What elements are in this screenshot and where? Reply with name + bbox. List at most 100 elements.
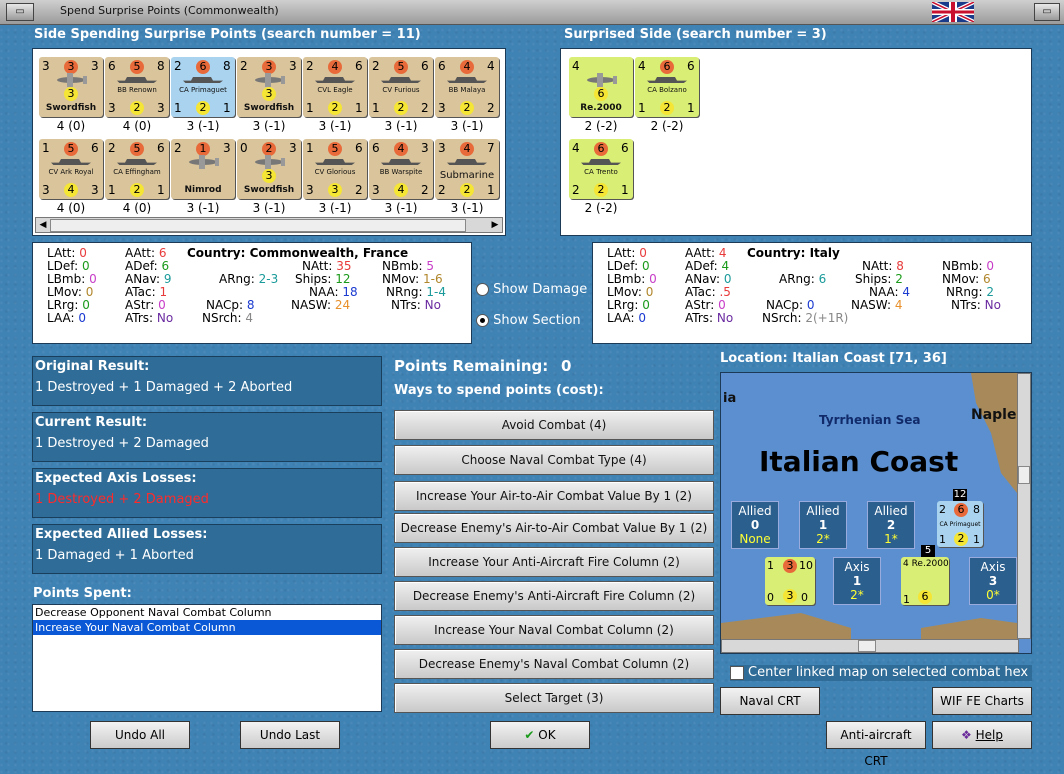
spend-option-button[interactable]: Decrease Enemy's Air-to-Air Combat Value…: [394, 513, 714, 543]
stat-naa: NAA: 18: [309, 285, 358, 299]
unit-counter[interactable]: 2 1 3 Nimrod: [171, 139, 235, 199]
maximize-button[interactable]: ▭: [1034, 3, 1060, 21]
map-vscroll-thumb[interactable]: [1018, 466, 1030, 484]
stat-nrng: NRng: 2: [946, 285, 995, 299]
scroll-left-arrow-icon[interactable]: ◀: [36, 218, 50, 232]
unit-counter[interactable]: 2 3 3 Swordfish 3: [237, 57, 301, 117]
spend-option-button[interactable]: Increase Your Naval Combat Column (2): [394, 615, 714, 645]
unit-stat-top-r: 8: [223, 59, 231, 73]
unit-stat-top-l: 1: [306, 141, 314, 155]
unit-strength-label: 3 (-1): [384, 119, 418, 133]
unit-stat-b-c: 3: [262, 169, 276, 183]
spent-item-selected[interactable]: Increase Your Naval Combat Column: [33, 620, 381, 635]
scroll-right-arrow-icon[interactable]: ▶: [488, 218, 502, 232]
show-damage-option[interactable]: Show Damage: [476, 282, 587, 297]
unit-stat-b-c: 3: [262, 87, 276, 101]
unit-stat-top-c: 1: [196, 142, 210, 156]
warship-icon: [117, 77, 157, 83]
unit-counter[interactable]: 4 6 6 CA Trento 2 2 1: [569, 139, 633, 199]
unit-counter[interactable]: 3 4 7 Submarine 2 2 1: [435, 139, 499, 199]
ok-button[interactable]: ✔ OK: [490, 721, 590, 749]
stat-aatt: AAtt: 4: [685, 246, 727, 260]
units-horizontal-scrollbar[interactable]: ◀ ▶: [35, 217, 503, 233]
unit-counter[interactable]: 4 6 6 CA Bolzano 1 2 1: [635, 57, 699, 117]
unit-stat-top-l: 2: [306, 59, 314, 73]
scroll-thumb[interactable]: [50, 219, 466, 232]
show-section-option[interactable]: Show Section: [476, 313, 581, 328]
unit-strength-label: 3 (-1): [450, 201, 484, 215]
unit-stat-b-l: 2: [572, 183, 580, 197]
map-stack-axis-air[interactable]: 4 Re.2000 1 6: [901, 557, 949, 606]
map-vertical-scrollbar[interactable]: [1017, 373, 1031, 639]
spend-option-button[interactable]: Increase Your Air-to-Air Combat Value By…: [394, 481, 714, 511]
unit-stat-top-c: 2: [262, 142, 276, 156]
points-spent-list[interactable]: Decrease Opponent Naval Combat Column In…: [32, 604, 382, 712]
unit-counter[interactable]: 2 6 8 CA Primaguet 1 2 1: [171, 57, 235, 117]
radio-selected-icon[interactable]: [476, 314, 489, 327]
axis-column-box[interactable]: Axis 1 2*: [833, 557, 881, 605]
spend-option-button[interactable]: Decrease Enemy's Naval Combat Column (2): [394, 649, 714, 679]
unit-counter[interactable]: 3 3 3 Swordfish 3: [39, 57, 103, 117]
unit-counter[interactable]: 0 2 3 Swordfish 3: [237, 139, 301, 199]
allied-column-box[interactable]: Allied 2 1*: [867, 501, 915, 549]
stat-value: 0: [645, 285, 654, 299]
spend-option-button[interactable]: Choose Naval Combat Type (4): [394, 445, 714, 475]
box-number: 1: [818, 518, 828, 532]
spend-option-button[interactable]: Increase Your Anti-Aircraft Fire Column …: [394, 547, 714, 577]
help-button[interactable]: ❖ Help: [932, 721, 1032, 749]
spent-item[interactable]: Decrease Opponent Naval Combat Column: [33, 605, 381, 620]
unit-counter[interactable]: 4 Re.2000 6: [569, 57, 633, 117]
unit-counter[interactable]: 2 4 6 CVL Eagle 1 2 1: [303, 57, 367, 117]
unit-stat-b-l: 3: [372, 183, 380, 197]
stat-value: 4: [721, 259, 730, 273]
naval-crt-button[interactable]: Naval CRT: [720, 687, 820, 715]
unit-counter[interactable]: 1 5 6 CV Glorious 3 3 2: [303, 139, 367, 199]
stat-atac: ATac: 1: [125, 285, 168, 299]
unit-counter[interactable]: 2 5 6 CV Furious 1 2 2: [369, 57, 433, 117]
system-menu-button[interactable]: ▭: [6, 3, 34, 21]
checkbox-icon[interactable]: [730, 666, 744, 680]
axis-column-box[interactable]: Axis 3 0*: [969, 557, 1017, 605]
allied-column-box[interactable]: Allied 1 2*: [799, 501, 847, 549]
unit-counter[interactable]: 6 4 4 BB Malaya 3 2 2: [435, 57, 499, 117]
spend-option-button[interactable]: Avoid Combat (4): [394, 410, 714, 440]
unit-stat-b-l: 1: [638, 101, 646, 115]
wif-charts-button[interactable]: WIF FE Charts: [932, 687, 1032, 715]
allied-column-box[interactable]: Allied 0 None: [731, 501, 779, 549]
location-map[interactable]: ia Tyrrhenian Sea Naple Italian Coast Al…: [720, 372, 1032, 654]
spend-option-button[interactable]: Select Target (3): [394, 683, 714, 713]
stat-adef: ADef: 6: [125, 259, 170, 273]
map-stack-axis-ship[interactable]: 1 3 10 0 3 0: [765, 557, 815, 605]
aircraft-icon: [251, 155, 287, 169]
unit-stat-top-r: 6: [621, 141, 629, 155]
unit-counter[interactable]: 1 5 6 CV Ark Royal 3 4 3: [39, 139, 103, 199]
stat-anav: ANav: 0: [685, 272, 732, 286]
map-stack-allied[interactable]: 2 6 8 CA Primaguet 1 2 1: [937, 501, 983, 547]
unit-counter[interactable]: 2 5 6 CA Effingham 1 2 1: [105, 139, 169, 199]
undo-all-button[interactable]: Undo All: [90, 721, 190, 749]
stat-value: 0: [806, 298, 815, 312]
stat-arng: ARng: 6: [779, 272, 827, 286]
warship-icon: [51, 159, 91, 165]
anti-aircraft-crt-button[interactable]: Anti-aircraft CRT: [826, 721, 926, 768]
unit-counter[interactable]: 6 4 3 BB Warspite 3 4 2: [369, 139, 433, 199]
map-hscroll-thumb[interactable]: [858, 640, 876, 652]
spend-option-button[interactable]: Decrease Enemy's Anti-Aircraft Fire Colu…: [394, 581, 714, 611]
undo-last-button[interactable]: Undo Last: [240, 721, 340, 749]
stat-value: 0: [641, 259, 650, 273]
stat-atac: ATac: .5: [685, 285, 731, 299]
stat-value: 4: [245, 311, 253, 325]
radio-empty-icon[interactable]: [476, 283, 489, 296]
unit-stat-top-l: 3: [42, 59, 50, 73]
stat-value: 4: [718, 246, 727, 260]
surprised-units-panel: 4 Re.2000 6 2 (-2) 4 6 6 CA Bolzano 1 2 1 2 (-2) 4 6 6…: [560, 48, 1032, 236]
help-label: Help: [975, 728, 1003, 742]
unit-strength-label: 3 (-1): [450, 119, 484, 133]
box-sub: 0*: [986, 588, 1000, 602]
map-horizontal-scrollbar[interactable]: [721, 639, 1019, 653]
stat-ntrs: NTrs: No: [951, 298, 1001, 312]
stat-value: 35: [336, 259, 352, 273]
unit-counter[interactable]: 6 5 8 BB Renown 3 2 3: [105, 57, 169, 117]
center-linked-option[interactable]: Center linked map on selected combat hex: [730, 665, 1032, 681]
unit-strength-label: 3 (-1): [318, 119, 352, 133]
